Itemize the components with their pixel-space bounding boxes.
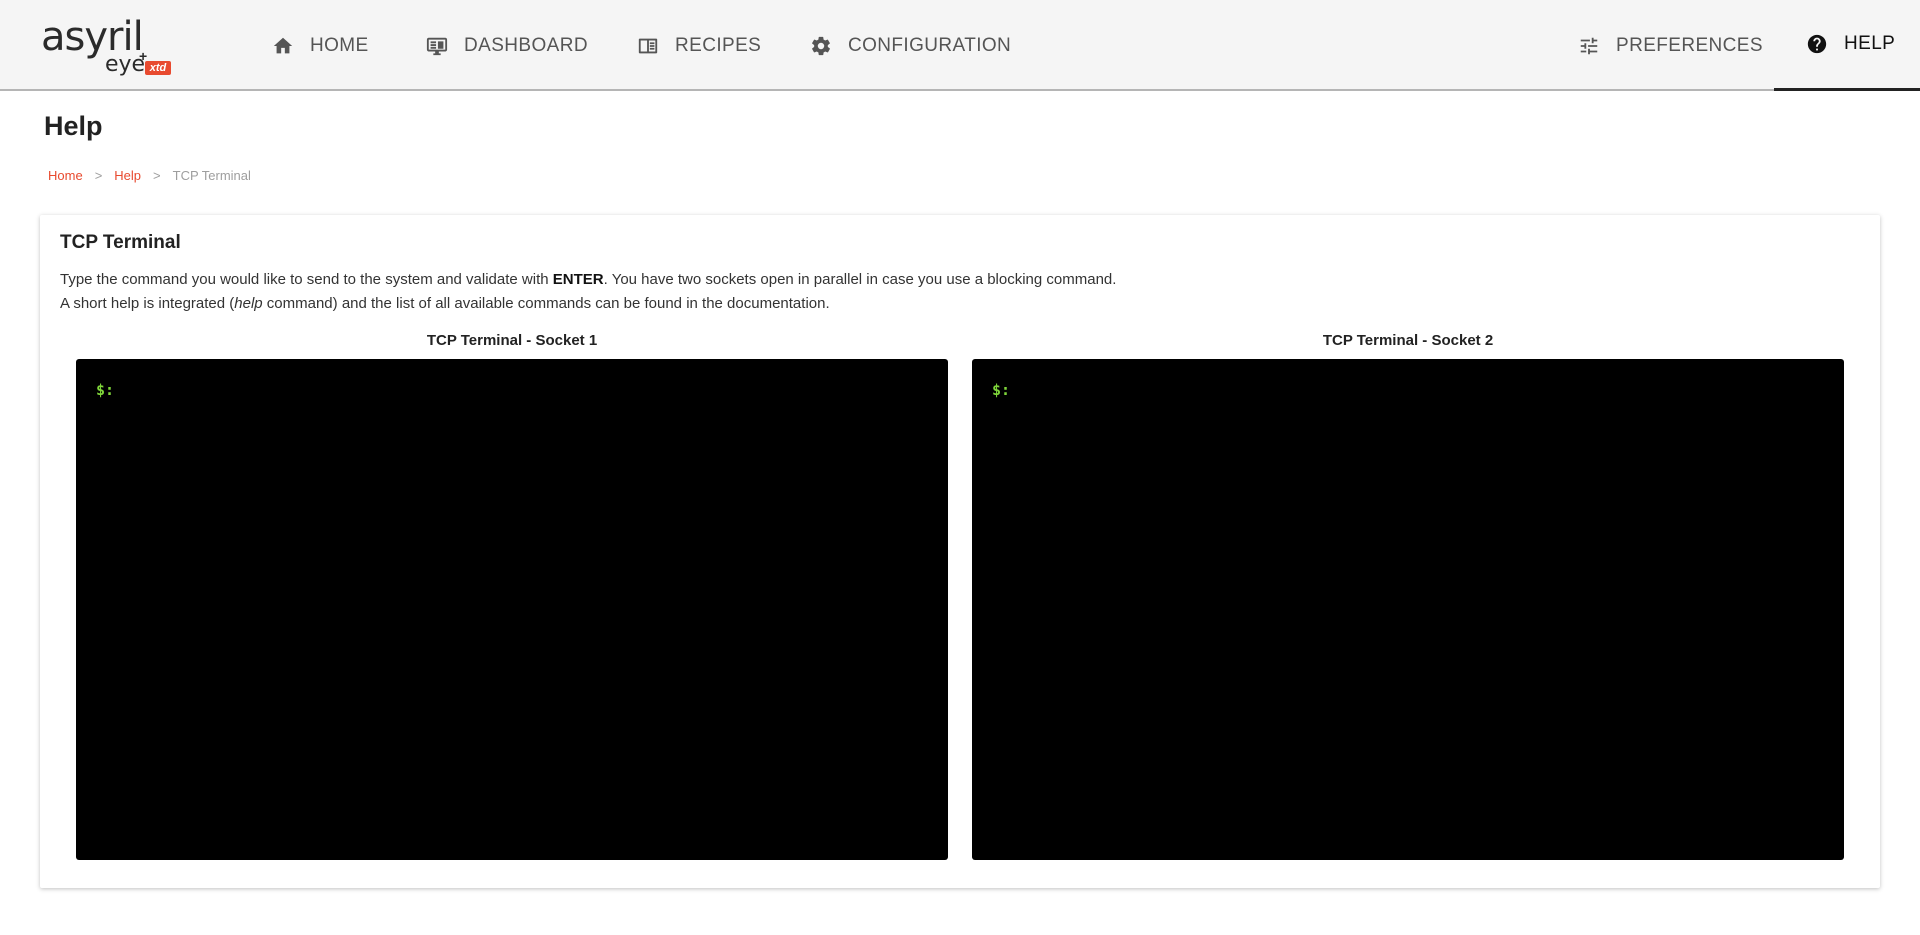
description-line-2: A short help is integrated (help command…	[60, 292, 1116, 316]
description-text: command) and the list of all available c…	[262, 295, 830, 312]
card-title: TCP Terminal	[60, 232, 181, 253]
description-text: Type the command you would like to send …	[60, 271, 553, 288]
breadcrumb-home[interactable]: Home	[48, 168, 83, 183]
description-line-1: Type the command you would like to send …	[60, 268, 1116, 292]
nav-help[interactable]: HELP	[1774, 0, 1920, 91]
tune-sliders-icon	[1578, 35, 1600, 57]
enter-key-label: ENTER	[552, 271, 604, 288]
terminal-prompt: $:	[96, 381, 115, 399]
help-command-label: help	[234, 295, 263, 312]
nav-dashboard-label: DASHBOARD	[464, 34, 588, 56]
nav-preferences-label: PREFERENCES	[1616, 34, 1763, 56]
page-title: Help	[44, 111, 103, 141]
terminal-socket-2-title: TCP Terminal - Socket 2	[1322, 332, 1494, 349]
help-circle-icon	[1806, 33, 1828, 55]
description-text: . You have two sockets open in parallel …	[603, 271, 1117, 288]
terminal-socket-1-console[interactable]: $:	[76, 359, 948, 860]
nav-help-label: HELP	[1844, 33, 1896, 54]
terminal-prompt: $:	[992, 381, 1011, 399]
breadcrumb: Home > Help > TCP Terminal	[48, 168, 251, 183]
asyril-logo[interactable]: asyril eye + xtd	[41, 14, 181, 80]
tcp-terminal-card: TCP Terminal Type the command you would …	[40, 215, 1880, 888]
breadcrumb-help[interactable]: Help	[114, 168, 141, 183]
terminal-socket-1: TCP Terminal - Socket 1 $:	[76, 332, 948, 860]
home-icon	[272, 35, 294, 57]
terminal-socket-1-title: TCP Terminal - Socket 1	[426, 332, 598, 349]
nav-configuration-label: CONFIGURATION	[848, 34, 1012, 56]
nav-home[interactable]: HOME	[272, 0, 369, 91]
nav-dashboard[interactable]: DASHBOARD	[426, 0, 588, 91]
nav-configuration[interactable]: CONFIGURATION	[810, 0, 1011, 91]
nav-preferences[interactable]: PREFERENCES	[1578, 0, 1763, 91]
breadcrumb-separator: >	[153, 168, 161, 183]
nav-home-label: HOME	[310, 34, 369, 56]
nav-recipes[interactable]: RECIPES	[637, 0, 761, 91]
breadcrumb-current: TCP Terminal	[172, 168, 251, 183]
terminal-socket-2-console[interactable]: $:	[972, 359, 1844, 860]
logo-edition-badge: xtd	[145, 61, 171, 75]
nav-recipes-label: RECIPES	[675, 34, 762, 56]
description-text: A short help is integrated (	[60, 295, 235, 312]
gear-icon	[810, 35, 832, 57]
card-description: Type the command you would like to send …	[60, 268, 1116, 316]
terminal-socket-2: TCP Terminal - Socket 2 $:	[972, 332, 1844, 860]
monitor-dashboard-icon	[426, 35, 448, 57]
recipe-book-icon	[637, 35, 659, 57]
top-navbar: asyril eye + xtd HOME DASHBOARD RECIPES …	[0, 0, 1920, 91]
breadcrumb-separator: >	[94, 168, 103, 183]
